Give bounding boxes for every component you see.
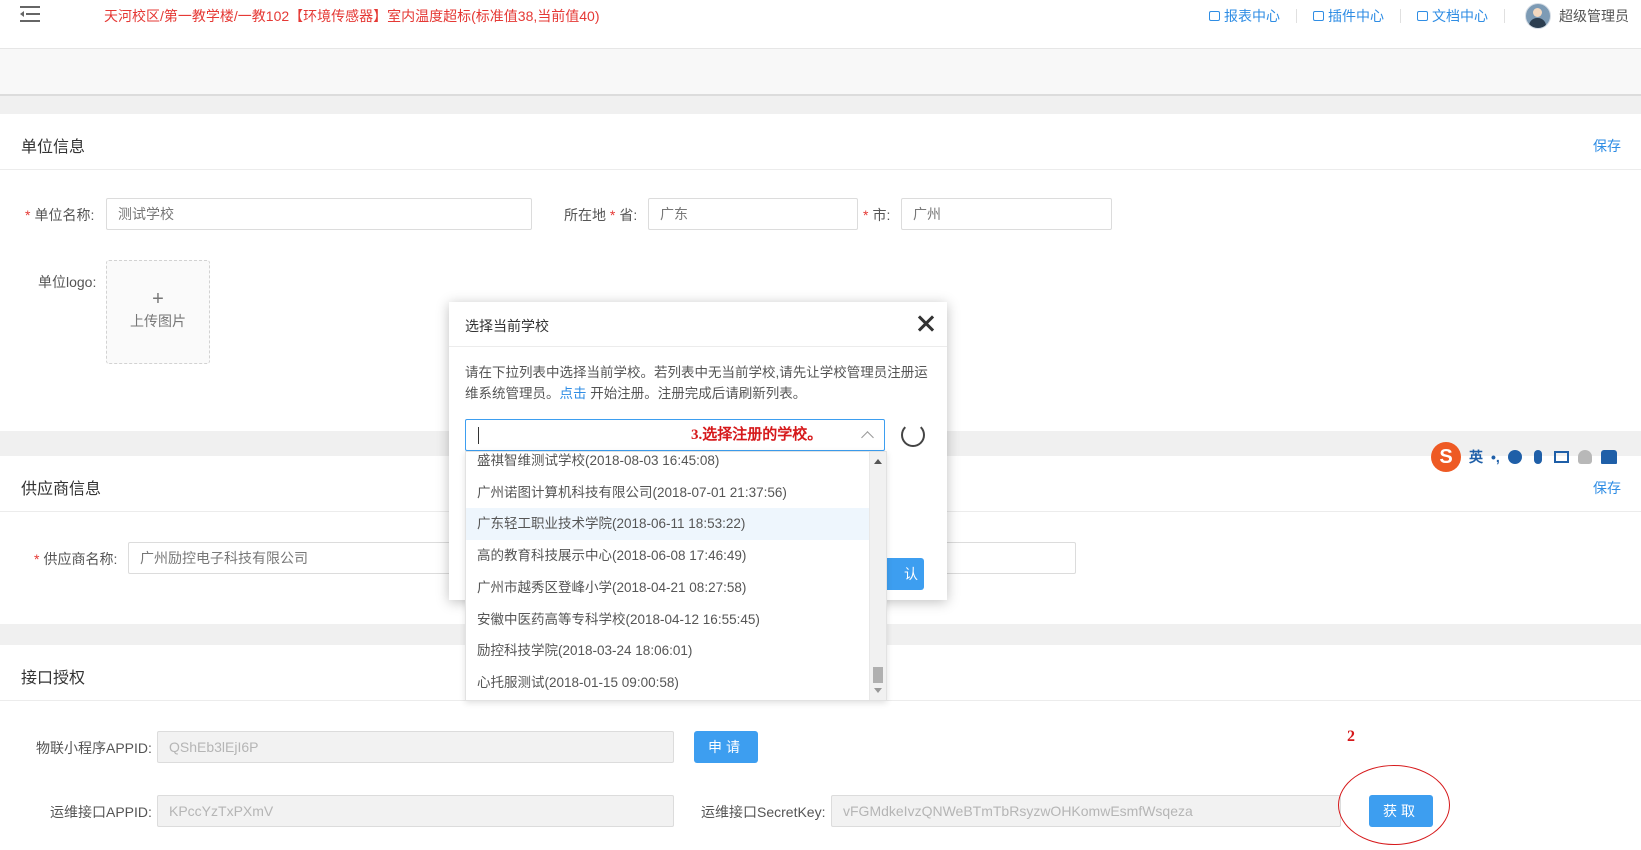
- list-item[interactable]: 广州诺图计算机科技有限公司(2018-07-01 21:37:56): [466, 477, 869, 509]
- refresh-icon[interactable]: [901, 423, 925, 447]
- register-link[interactable]: 点击: [560, 386, 587, 401]
- logo-upload-button[interactable]: + 上传图片: [106, 260, 210, 364]
- ime-language-toggle[interactable]: 英: [1469, 447, 1483, 467]
- ops-appid-label: 运维接口APPID:: [50, 804, 152, 820]
- doc-center-label: 文档中心: [1432, 8, 1488, 24]
- plus-icon: +: [152, 288, 164, 310]
- scroll-thumb[interactable]: [873, 667, 883, 683]
- unit-info-title: 单位信息: [21, 139, 86, 156]
- list-item[interactable]: 心托服测试(2018-01-15 09:00:58): [466, 667, 869, 699]
- document-icon: [1417, 11, 1428, 21]
- unit-name-label: * 单位名称:: [25, 207, 95, 223]
- upload-label: 上传图片: [130, 313, 186, 329]
- doc-center-link[interactable]: 文档中心: [1401, 9, 1505, 23]
- scroll-up-icon[interactable]: [874, 459, 882, 464]
- city-field[interactable]: 广州: [901, 198, 1112, 230]
- plugin-center-link[interactable]: 插件中心: [1297, 9, 1401, 23]
- sogou-logo-icon[interactable]: S: [1431, 442, 1461, 472]
- list-item[interactable]: 高的教育科技展示中心(2018-06-08 17:46:49): [466, 540, 869, 572]
- annotation-step-2: 2: [1347, 728, 1355, 745]
- annotation-step-3: 3.选择注册的学校。: [691, 427, 823, 443]
- top-bar: 天河校区/第一教学楼/一教102【环境传感器】室内温度超标(标准值38,当前值4…: [0, 0, 1641, 49]
- dropdown-scrollbar[interactable]: [869, 452, 886, 700]
- plugin-center-label: 插件中心: [1328, 8, 1384, 24]
- report-center-link[interactable]: 报表中心: [1193, 9, 1297, 23]
- plugin-icon: [1313, 11, 1324, 21]
- supplier-name-label: * 供应商名称:: [34, 551, 118, 567]
- province-field[interactable]: 广东: [648, 198, 858, 230]
- user-name: 超级管理员: [1559, 8, 1629, 24]
- supplier-info-save-button[interactable]: 保存: [1593, 478, 1621, 498]
- ime-toolbar: S 英 •,: [1431, 441, 1641, 473]
- keyboard-icon[interactable]: [1553, 451, 1569, 463]
- menu-toggle-icon[interactable]: [20, 6, 40, 22]
- top-links: 报表中心 插件中心 文档中心 超级管理员: [1193, 0, 1641, 32]
- supplier-info-title: 供应商信息: [21, 481, 102, 498]
- avatar: [1525, 3, 1551, 29]
- microphone-icon[interactable]: [1533, 450, 1542, 464]
- location-label: 所在地 * 省:: [564, 207, 638, 223]
- modal-title: 选择当前学校: [465, 318, 549, 334]
- school-dropdown-list: 盛祺智维测试学校(2018-08-03 16:45:08) 广州诺图计算机科技有…: [465, 451, 887, 701]
- scroll-down-icon[interactable]: [874, 688, 882, 693]
- mini-appid-label: 物联小程序APPID:: [36, 740, 152, 756]
- unit-logo-label: 单位logo:: [38, 274, 97, 290]
- report-icon: [1209, 11, 1220, 21]
- unit-info-save-button[interactable]: 保存: [1593, 136, 1621, 156]
- modal-description: 请在下拉列表中选择当前学校。若列表中无当前学校,请先让学校管理员注册运维系统管理…: [465, 365, 928, 401]
- modal-header: 选择当前学校: [449, 302, 947, 347]
- close-icon[interactable]: [917, 315, 935, 333]
- school-select[interactable]: 3.选择注册的学校。: [465, 419, 885, 451]
- user-icon[interactable]: [1577, 450, 1592, 464]
- list-item[interactable]: 盛祺智维测试学校(2018-08-03 16:45:08): [466, 452, 869, 477]
- ops-secret-field: vFGMdkeIvzQNWeBTmTbRsyzwOHKomwEsmfWsqeza: [831, 795, 1341, 827]
- api-auth-title: 接口授权: [21, 670, 86, 687]
- unit-info-header: 单位信息 保存: [0, 114, 1641, 170]
- list-item[interactable]: 广州市越秀区登峰小学(2018-04-21 08:27:58): [466, 572, 869, 604]
- ime-punctuation-toggle[interactable]: •,: [1491, 449, 1500, 465]
- alert-message[interactable]: 天河校区/第一教学楼/一教102【环境传感器】室内温度超标(标准值38,当前值4…: [104, 6, 600, 26]
- chevron-up-icon[interactable]: [861, 431, 874, 444]
- skin-icon[interactable]: [1600, 450, 1617, 464]
- sub-bar: [0, 49, 1641, 96]
- list-item[interactable]: 安徽中医药高等专科学校(2018-04-12 16:55:45): [466, 604, 869, 636]
- mini-appid-field: QShEb3lEjI6P: [157, 731, 674, 763]
- emoji-icon[interactable]: [1507, 450, 1522, 464]
- annotation-circle: [1338, 765, 1450, 845]
- apply-button[interactable]: 申请: [694, 731, 758, 763]
- text-caret: [478, 427, 479, 444]
- ops-secret-label: 运维接口SecretKey:: [701, 804, 826, 820]
- ops-appid-field: KPccYzTxPXmV: [157, 795, 674, 827]
- list-item-highlighted[interactable]: 广东轻工职业技术学院(2018-06-11 18:53:22): [466, 508, 869, 540]
- unit-name-field[interactable]: 测试学校: [106, 198, 532, 230]
- user-menu[interactable]: 超级管理员: [1505, 3, 1641, 29]
- report-center-label: 报表中心: [1224, 8, 1280, 24]
- city-label: * 市:: [863, 207, 891, 223]
- list-item[interactable]: 励控科技学院(2018-03-24 18:06:01): [466, 635, 869, 667]
